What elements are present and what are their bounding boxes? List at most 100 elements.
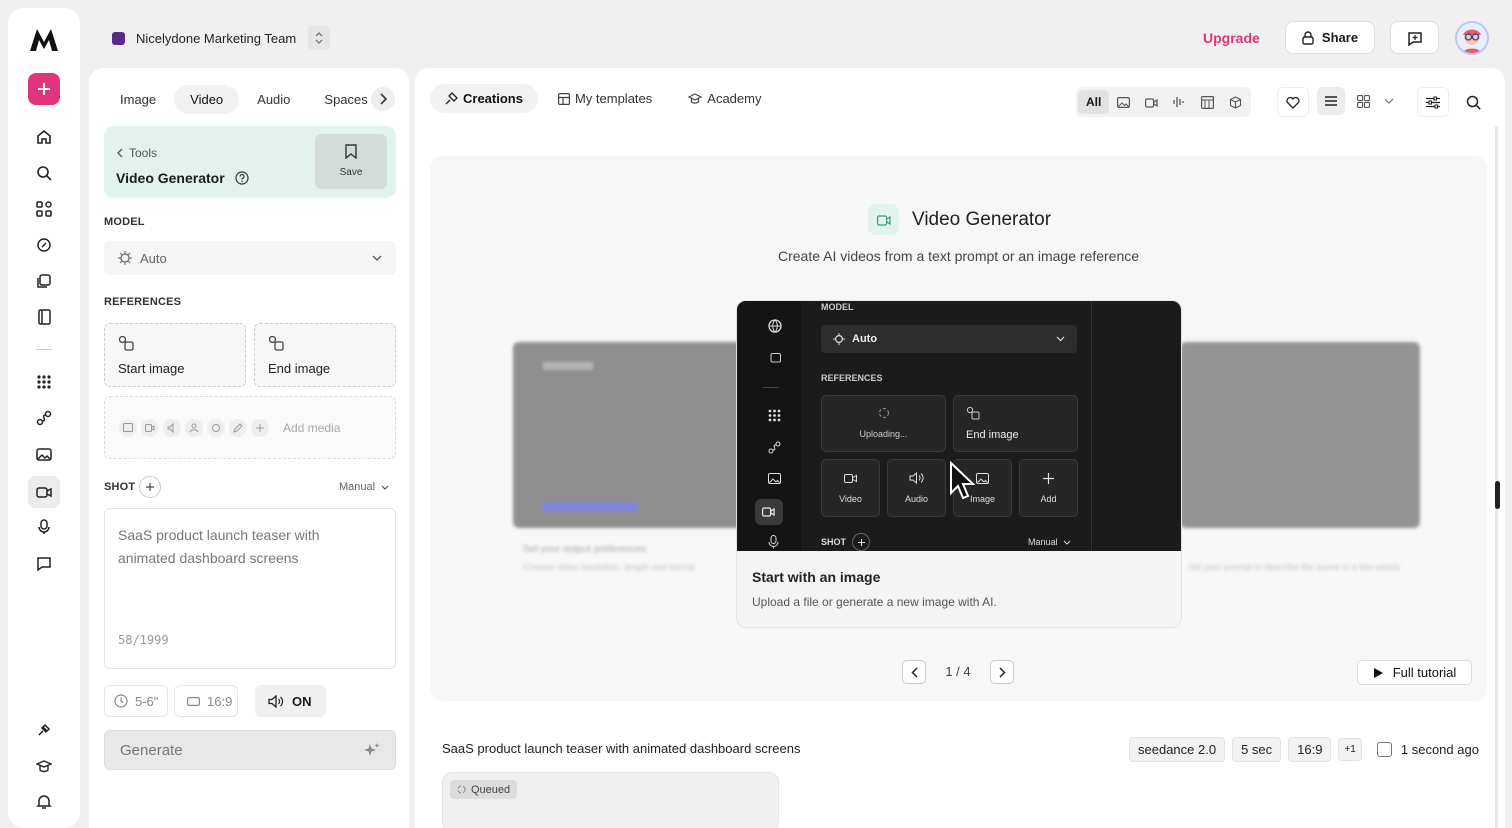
hero-card: Video Generator Create AI videos from a … [430,156,1487,701]
end-image-slot[interactable]: End image [254,323,396,387]
audio-value: ON [292,693,312,709]
filter-board-icon[interactable] [1193,88,1221,116]
image-tool-icon[interactable] [30,440,58,468]
search-icon[interactable] [1458,87,1488,117]
card-desc: Upload a file or generate a new image wi… [752,595,997,609]
chevron-updown-icon[interactable] [308,26,331,50]
carousel-card-active: MODEL Auto REFERENCES Uploading... End i… [736,300,1182,628]
apps-icon[interactable] [30,195,58,223]
tool-panel: Image Video Audio Spaces Tools Video Gen… [89,68,409,828]
duration-value: 5-6" [135,693,159,709]
card-title: Start with an image [752,569,881,585]
media-image-icon [119,418,137,437]
shot-label: SHOT [104,481,136,493]
share-label: Share [1321,30,1359,45]
tab-image[interactable]: Image [104,85,172,114]
tab-academy-label: Academy [707,91,762,106]
generate-button[interactable]: Generate [104,730,396,770]
model-select[interactable]: Auto [104,241,396,275]
model-value: Auto [140,250,167,266]
prompt-input[interactable]: SaaS product launch teaser with animated… [104,508,396,669]
auto-model-icon [118,251,132,265]
save-button[interactable]: Save [315,134,387,189]
help-icon[interactable] [235,171,249,185]
carousel-prev-button[interactable] [902,660,926,684]
filter-audio-icon[interactable] [1165,88,1193,116]
queued-badge: Queued [450,780,518,799]
start-image-slot[interactable]: Start image [104,323,246,387]
breadcrumb[interactable]: Tools [117,146,157,160]
carousel-card-prev[interactable]: Set your output preferences Choose video… [513,342,753,584]
shot-mode-select[interactable]: Manual [339,481,389,493]
scrollbar-track[interactable] [1495,126,1498,828]
tabs-next-button[interactable] [371,87,395,111]
app-logo[interactable] [28,28,60,52]
main-area: Creations My templates Academy All Video… [415,68,1505,828]
preview-video: Video [839,494,862,504]
video-tool-icon[interactable] [28,476,60,508]
hero-header: Video Generator [868,204,1051,235]
voice-icon[interactable] [30,513,58,541]
tab-templates-label: My templates [574,91,653,106]
tab-templates[interactable]: My templates [542,84,668,113]
plugin-icon[interactable] [30,716,58,744]
feedback-icon[interactable] [30,549,58,577]
tab-academy[interactable]: Academy [672,84,777,113]
full-tutorial-button[interactable]: Full tutorial [1357,660,1472,685]
sparkle-icon [364,743,380,756]
add-media-area[interactable]: Add media [104,396,396,459]
grid-icon[interactable] [30,368,58,396]
filter-image-icon[interactable] [1109,88,1137,116]
pricing-icon[interactable] [30,231,58,259]
share-button[interactable]: Share [1285,21,1375,54]
preview-end-image: End image [966,429,1019,441]
filter-video-icon[interactable] [1137,88,1165,116]
duration-setting[interactable]: 5-6" [104,685,168,717]
model-label: MODEL [104,216,145,228]
ratio-setting[interactable]: 16:9 [174,685,238,717]
tab-audio[interactable]: Audio [241,85,306,114]
tool-header: Tools Video Generator Save [104,126,396,198]
ratio-value: 16:9 [207,693,233,709]
search-icon[interactable] [30,159,58,187]
tab-creations[interactable]: Creations [430,84,538,113]
avatar[interactable] [1455,21,1489,55]
audio-toggle[interactable]: ON [255,685,326,717]
library-icon[interactable] [30,267,58,295]
filter-3d-icon[interactable] [1221,88,1249,116]
preview-add: Add [1040,494,1057,504]
bell-icon[interactable] [30,788,58,816]
academy-icon[interactable] [30,752,58,780]
new-button[interactable] [28,73,60,105]
carousel-card-next[interactable]: Set your prompt to describe the scene in… [1180,342,1420,584]
book-icon[interactable] [30,303,58,331]
workspace-name: Nicelydone Marketing Team [136,30,297,46]
job-select-checkbox[interactable] [1376,742,1392,757]
tool-title: Video Generator [116,170,249,186]
chat-plus-icon [1407,31,1422,46]
workflow-icon[interactable] [30,404,58,432]
settings-sliders-icon[interactable] [1417,87,1449,117]
full-tutorial-label: Full tutorial [1392,665,1457,680]
view-chevron-down-icon[interactable] [1381,87,1397,115]
tab-video[interactable]: Video [174,85,240,114]
job-duration-chip: 5 sec [1232,737,1282,762]
scrollbar-thumb[interactable] [1495,481,1500,509]
add-shot-button[interactable] [139,476,161,498]
type-filter: All [1076,87,1252,117]
workspace-switcher[interactable]: Nicelydone Marketing Team [104,22,338,54]
grid-view-icon[interactable] [1349,87,1377,115]
job-thumbnail[interactable]: Queued [442,772,779,828]
preview-audio: Audio [904,494,929,504]
upgrade-link[interactable]: Upgrade [1203,30,1260,46]
filter-all[interactable]: All [1078,90,1110,114]
shot-mode-value: Manual [339,481,376,493]
media-edit-icon [229,418,247,437]
carousel-next-button[interactable] [990,660,1014,684]
home-icon[interactable] [30,123,58,151]
feedback-button[interactable] [1390,21,1439,54]
favorites-icon[interactable] [1277,87,1309,117]
list-view-icon[interactable] [1317,87,1345,115]
prev-card-desc: Choose video resolution, length and form… [523,562,695,572]
preview-uploading: Uploading... [859,429,908,439]
